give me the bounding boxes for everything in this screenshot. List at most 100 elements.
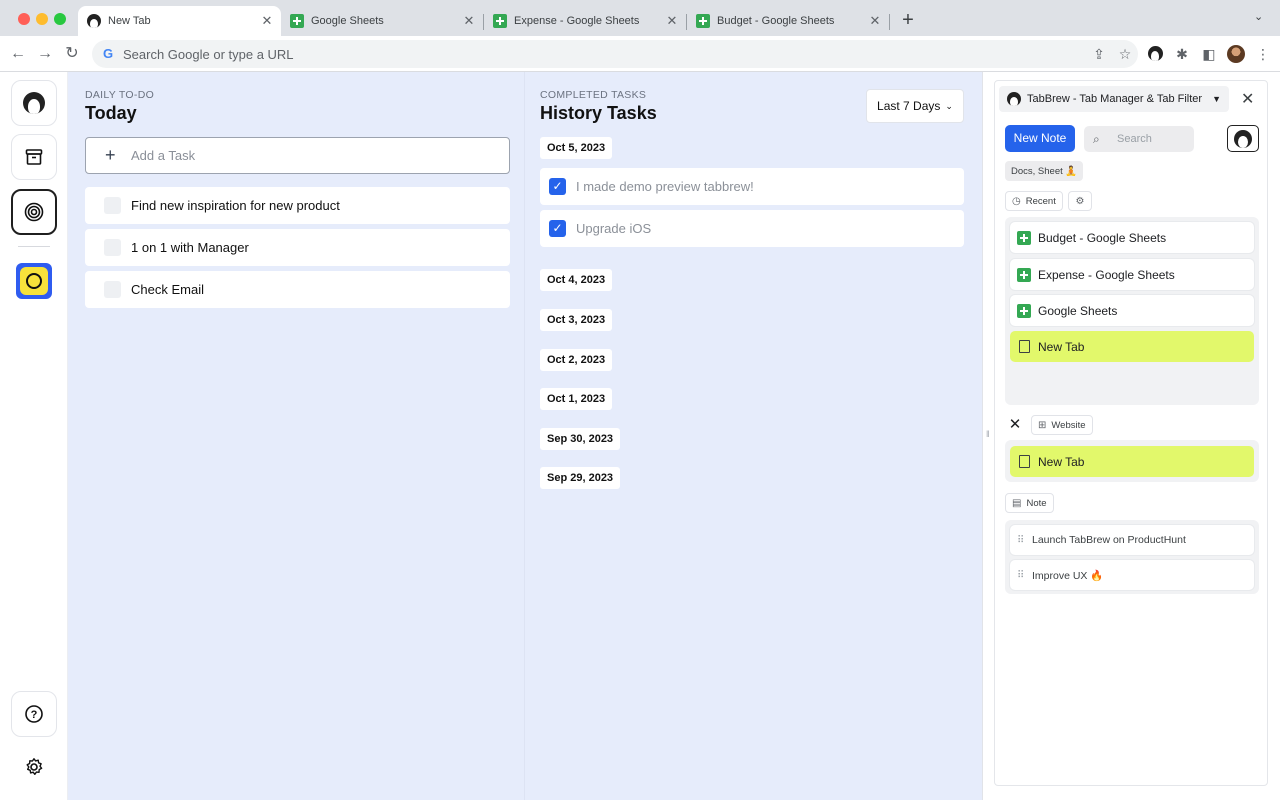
extension-selector[interactable]: TabBrew - Tab Manager & Tab Filter ▼ [999,86,1229,112]
bookmark-star-icon[interactable]: ☆ [1112,46,1138,63]
rail-focus-button[interactable] [11,189,57,235]
date-range-dropdown[interactable]: Last 7 Days ⌄ [866,89,964,123]
google-sheets-icon [1017,303,1031,318]
recent-tab-title: Budget - Google Sheets [1038,230,1167,245]
rail-divider [18,246,50,247]
clear-filter-x-icon[interactable]: ✕ [1005,415,1025,435]
completed-task-row[interactable]: ✓ I made demo preview tabbrew! [540,168,964,205]
note-item[interactable]: ⠿ Improve UX 🔥 [1010,560,1254,590]
tabbrew-extension-icon[interactable] [1145,44,1165,64]
tabbrew-face-icon [1234,129,1252,148]
todo-item[interactable]: 1 on 1 with Manager [85,229,510,266]
rail-help-button[interactable]: ? [11,691,57,737]
completed-task-row[interactable]: ✓ Upgrade iOS [540,210,964,247]
side-panel-icon[interactable]: ◧ [1199,44,1219,64]
todo-title: Today [85,103,137,123]
address-bar[interactable]: G Search Google or type a URL ⇪ ☆ [92,40,1138,68]
tab-title: Budget - Google Sheets [717,15,835,27]
recent-tab-item[interactable]: Expense - Google Sheets [1010,259,1254,290]
history-date-label: Oct 3, 2023 [540,309,613,331]
tabbrew-face-icon [87,14,101,28]
todo-item-text: Find new inspiration for new product [131,198,340,213]
todo-checkbox[interactable] [104,281,121,298]
recent-section-toggle[interactable]: ◷ Recent [1005,191,1063,211]
plus-icon: + [105,145,116,165]
add-task-placeholder: Add a Task [131,148,196,163]
filter-chip-docs-sheet[interactable]: Docs, Sheet 🧘 [1005,161,1084,181]
column-divider [524,72,525,800]
add-task-input[interactable]: + Add a Task [85,137,510,174]
tab-close-icon[interactable]: ✕ [865,13,885,29]
share-icon[interactable]: ⇪ [1086,46,1112,63]
side-search-placeholder: Search [1117,133,1152,145]
todo-checkbox[interactable] [104,239,121,256]
tab-title: New Tab [108,15,151,27]
tab-title: Google Sheets [311,15,384,27]
rail-app-shortcut-icon[interactable] [16,263,52,299]
checked-checkbox-icon[interactable]: ✓ [549,220,566,237]
todo-item-text: Check Email [131,282,204,297]
recent-tab-item[interactable]: Budget - Google Sheets [1010,222,1254,253]
history-eyebrow: COMPLETED TASKS [540,89,647,101]
browser-toolbar: ← → ↻ G Search Google or type a URL ⇪ ☆ … [0,36,1280,72]
recent-tab-title: New Tab [1038,339,1085,354]
rail-archive-button[interactable] [11,134,57,180]
rail-settings-button[interactable] [22,755,46,779]
recent-settings-button[interactable]: ⚙ [1068,191,1092,211]
history-title: History Tasks [540,103,657,123]
note-icon: ▤ [1012,497,1022,509]
side-profile-button[interactable] [1227,125,1259,152]
tab-close-icon[interactable]: ✕ [459,13,479,29]
new-note-button[interactable]: New Note [1005,125,1075,152]
note-section-toggle[interactable]: ▤ Note [1005,493,1054,513]
profile-avatar[interactable] [1227,45,1245,63]
website-label: Website [1051,419,1086,431]
window-zoom-button[interactable] [54,13,66,25]
history-date-label: Oct 5, 2023 [540,137,613,159]
window-minimize-button[interactable] [36,13,48,25]
side-search-input[interactable]: ⌕ Search [1084,126,1194,152]
back-arrow-icon[interactable]: ← [6,42,30,66]
drag-grip-icon[interactable]: ⠿ [1017,535,1025,546]
archive-box-icon [25,149,43,165]
forward-arrow-icon[interactable]: → [33,42,57,66]
recent-tab-item-current[interactable]: New Tab [1010,331,1254,362]
history-date-label: Oct 2, 2023 [540,349,613,371]
extensions-puzzle-icon[interactable]: ✱ [1172,44,1192,64]
browser-tab-budget[interactable]: Budget - Google Sheets ✕ [687,6,889,36]
completed-task-text: Upgrade iOS [576,221,652,236]
rail-profile-button[interactable] [11,80,57,126]
tab-title: Expense - Google Sheets [514,15,640,27]
side-panel-close-icon[interactable]: ✕ [1241,89,1254,109]
website-tab-item-current[interactable]: New Tab [1010,446,1254,477]
todo-item[interactable]: Find new inspiration for new product [85,187,510,224]
tab-close-icon[interactable]: ✕ [257,13,277,29]
google-sheets-icon [1017,230,1031,245]
website-section-toggle[interactable]: ⊞ Website [1031,415,1093,435]
resize-handle-icon[interactable]: ‖ [986,427,992,441]
recent-tab-item[interactable]: Google Sheets [1010,295,1254,326]
note-text: Launch TabBrew on ProductHunt [1032,534,1186,546]
new-tab-plus-icon[interactable]: + [897,9,919,31]
checked-checkbox-icon[interactable]: ✓ [549,178,566,195]
browser-menu-icon[interactable]: ⋮ [1253,44,1273,64]
browser-tab-new-tab[interactable]: New Tab ✕ [78,6,281,36]
note-item[interactable]: ⠿ Launch TabBrew on ProductHunt [1010,525,1254,555]
todo-checkbox[interactable] [104,197,121,214]
browser-tab-expense[interactable]: Expense - Google Sheets ✕ [484,6,686,36]
website-tab-title: New Tab [1038,454,1085,469]
reload-icon[interactable]: ↻ [60,42,84,66]
drag-grip-icon[interactable]: ⠿ [1017,570,1025,581]
tabbrew-face-icon [23,92,45,114]
tab-close-icon[interactable]: ✕ [662,13,682,29]
address-bar-placeholder: Search Google or type a URL [123,46,294,62]
history-date-label: Oct 1, 2023 [540,388,613,410]
todo-item[interactable]: Check Email [85,271,510,308]
history-date-label: Sep 29, 2023 [540,467,621,489]
window-close-button[interactable] [18,13,30,25]
browser-tab-google-sheets[interactable]: Google Sheets ✕ [281,6,483,36]
document-icon [1017,455,1031,469]
tab-search-chevron-icon[interactable]: ⌄ [1254,10,1263,23]
tab-separator [889,14,890,30]
grid-icon: ⊞ [1038,419,1047,431]
